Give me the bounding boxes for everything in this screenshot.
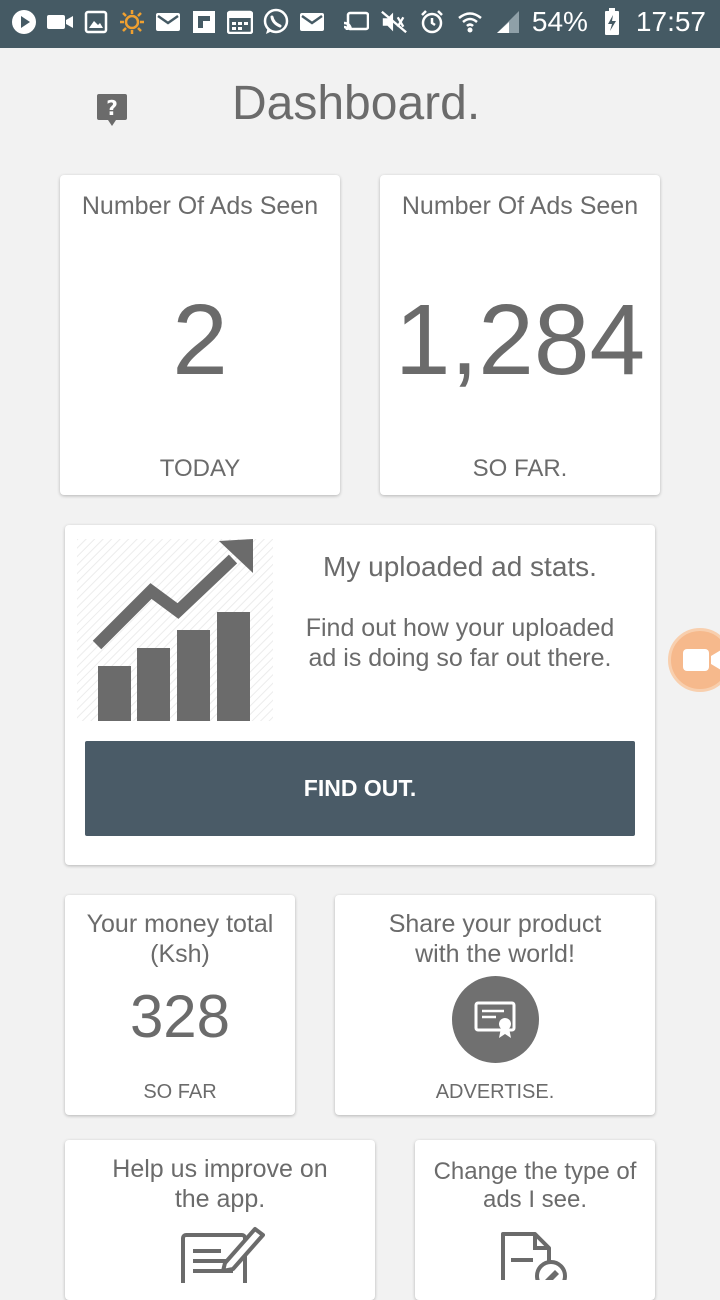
ads-today-count: 2 xyxy=(172,284,228,396)
signal-icon xyxy=(494,8,522,36)
uploaded-stats-description: Find out how your uploaded ad is doing s… xyxy=(305,614,615,672)
cast-icon xyxy=(342,8,370,36)
find-out-button[interactable]: FIND OUT. xyxy=(85,741,635,836)
uploaded-stats-card: My uploaded ad stats. Find out how your … xyxy=(65,525,655,865)
system-status: 54% 17:57 xyxy=(342,6,706,38)
video-camera-icon xyxy=(683,649,720,671)
floating-record-button[interactable] xyxy=(668,628,720,692)
status-bar: 54% 17:57 xyxy=(0,0,720,48)
money-total-label: SO FAR xyxy=(143,1081,217,1103)
ads-today-card: Number Of Ads Seen 2 TODAY xyxy=(60,175,340,495)
bar-chart-trend-icon xyxy=(77,539,273,721)
mail-icon xyxy=(298,8,326,36)
whatsapp-icon xyxy=(262,8,290,36)
advertise-button[interactable] xyxy=(452,976,539,1063)
money-total-title: Your money total (Ksh) xyxy=(86,910,274,968)
ads-total-count: 1,284 xyxy=(394,284,646,396)
battery-percent: 54% xyxy=(531,6,588,37)
ads-total-card: Number Of Ads Seen 1,284 SO FAR. xyxy=(380,175,660,495)
svg-text:?: ? xyxy=(106,96,118,120)
edit-document-icon xyxy=(181,1227,265,1283)
money-total-value: 328 xyxy=(129,983,231,1050)
ad-preferences-title: Change the type of ads I see. xyxy=(433,1158,637,1213)
page-title: Dashboard. xyxy=(232,77,481,130)
advertise-card[interactable]: Share your product with the world! ADVER… xyxy=(335,895,655,1115)
notification-icons xyxy=(10,8,326,36)
brightness-icon xyxy=(118,8,146,36)
ad-preferences-card[interactable]: Change the type of ads I see. xyxy=(415,1140,655,1300)
play-icon xyxy=(10,8,38,36)
ads-total-title: Number Of Ads Seen xyxy=(401,192,639,220)
certificate-icon xyxy=(474,1001,515,1038)
image-icon xyxy=(82,8,110,36)
wifi-icon xyxy=(456,8,484,36)
uploaded-stats-title: My uploaded ad stats. xyxy=(323,551,597,582)
feedback-title: Help us improve on the app. xyxy=(112,1155,328,1213)
ads-today-title: Number Of Ads Seen xyxy=(81,192,319,220)
ads-total-label: SO FAR. xyxy=(472,455,568,482)
mail-icon xyxy=(154,8,182,36)
clock: 17:57 xyxy=(635,6,706,37)
help-button[interactable]: ? xyxy=(96,92,128,128)
mute-icon xyxy=(380,8,408,36)
calendar-icon xyxy=(226,8,254,36)
flipboard-icon xyxy=(190,8,218,36)
alarm-icon xyxy=(418,8,446,36)
battery-icon xyxy=(598,8,626,36)
feedback-card[interactable]: Help us improve on the app. xyxy=(65,1140,375,1300)
video-camera-icon xyxy=(46,8,74,36)
help-bubble-icon: ? xyxy=(97,94,127,126)
money-total-card: Your money total (Ksh) 328 SO FAR xyxy=(65,895,295,1115)
ads-today-label: TODAY xyxy=(159,455,241,482)
document-settings-icon xyxy=(501,1232,567,1280)
advertise-label: ADVERTISE. xyxy=(435,1081,555,1103)
advertise-title: Share your product with the world! xyxy=(388,910,602,968)
